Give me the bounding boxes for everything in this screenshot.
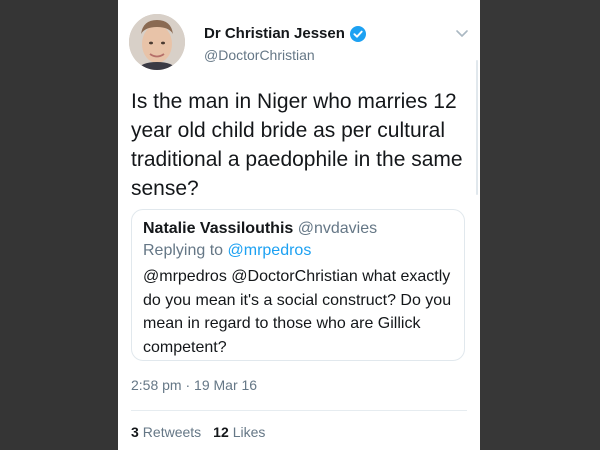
- retweets-label: Retweets: [142, 424, 202, 440]
- divider: [131, 410, 467, 411]
- author-name-row[interactable]: Dr Christian Jessen: [204, 25, 366, 42]
- likes-stat[interactable]: 12 Likes: [213, 424, 265, 440]
- avatar-photo-icon: [129, 14, 185, 70]
- tweet-timestamp[interactable]: 2:58 pm · 19 Mar 16: [131, 377, 257, 393]
- quoted-tweet-text: @mrpedros @DoctorChristian what exactly …: [143, 268, 452, 356]
- avatar[interactable]: [129, 14, 185, 70]
- tweet-card: Dr Christian Jessen @DoctorChristian Is …: [118, 0, 480, 450]
- chevron-down-icon[interactable]: [455, 26, 469, 37]
- quoted-tweet[interactable]: Natalie Vassilouthis @nvdavies Replying …: [131, 209, 465, 361]
- quoted-author-handle: @nvdavies: [297, 220, 378, 237]
- quoted-author-row: Natalie Vassilouthis @nvdavies: [143, 218, 453, 240]
- engagement-stats: 3 Retweets 12 Likes: [131, 424, 277, 440]
- tweet-text: Is the man in Niger who marries 12 year …: [131, 90, 463, 200]
- retweets-count: 3: [131, 424, 139, 440]
- scroll-edge: [476, 60, 478, 195]
- verified-badge-icon: [349, 25, 366, 42]
- replying-to-handle[interactable]: @mrpedros: [228, 242, 312, 259]
- retweets-stat[interactable]: 3 Retweets: [131, 424, 201, 440]
- right-dark-margin: [480, 0, 600, 450]
- likes-label: Likes: [232, 424, 266, 440]
- author-handle[interactable]: @DoctorChristian: [204, 47, 315, 63]
- left-dark-margin: [0, 0, 118, 450]
- author-display-name[interactable]: Dr Christian Jessen: [204, 25, 345, 42]
- replying-to-prefix: Replying to: [143, 242, 224, 259]
- likes-count: 12: [213, 424, 229, 440]
- quoted-author-name: Natalie Vassilouthis: [143, 220, 294, 237]
- replying-to-line: Replying to @mrpedros: [143, 240, 453, 262]
